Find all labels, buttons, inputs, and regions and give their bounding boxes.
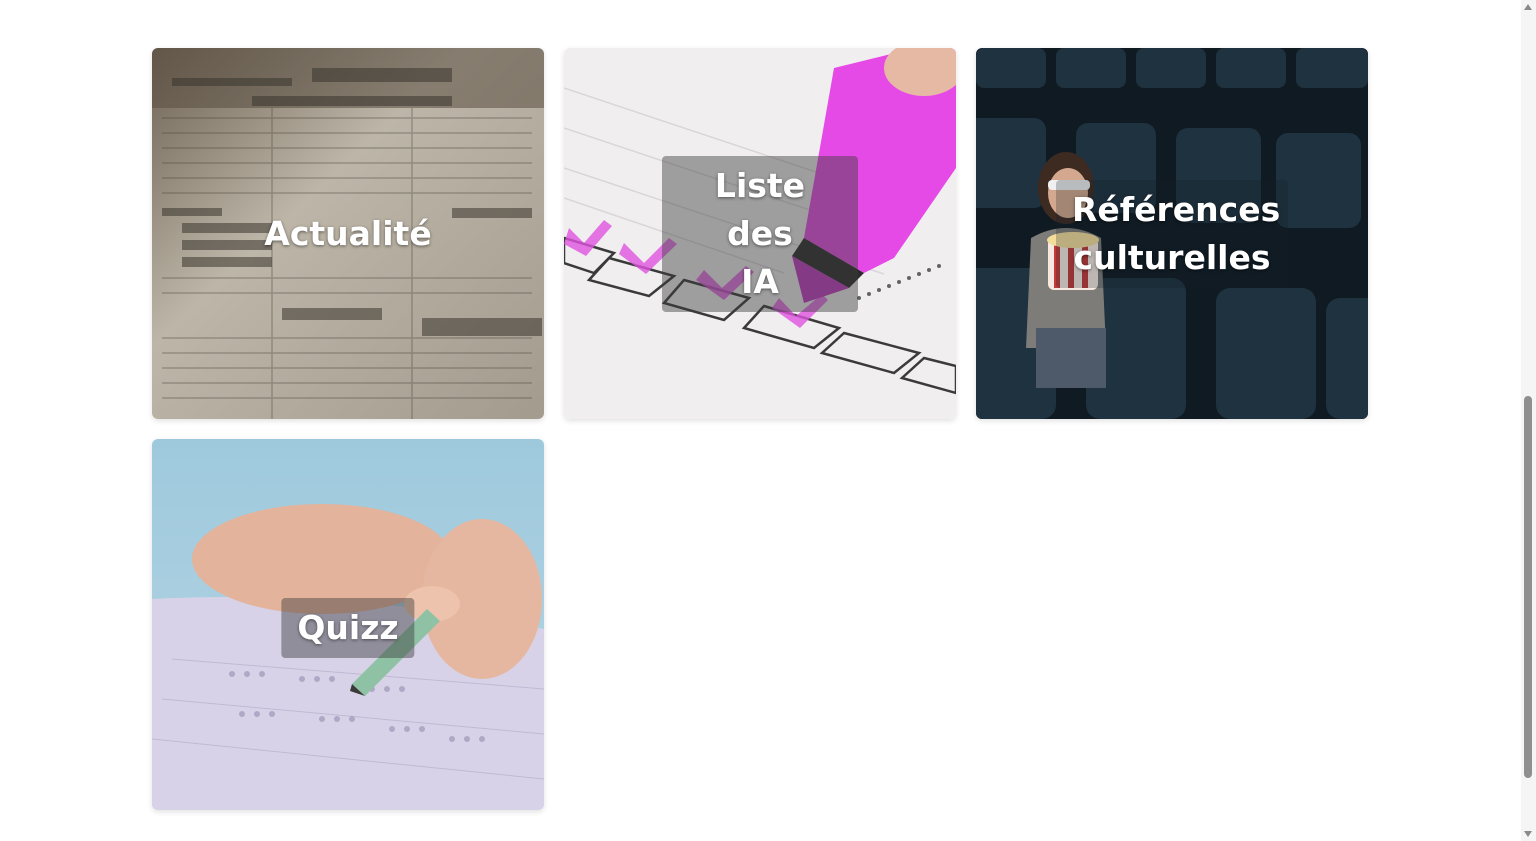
page: Actualité Liste des IA Références cultur… [0,0,1536,841]
vertical-scrollbar[interactable] [1521,0,1536,841]
scroll-down-arrow-icon[interactable] [1524,831,1532,837]
card-label: Quizz [281,598,415,658]
card-label: Liste des IA [662,155,858,312]
card-label: Actualité [264,213,432,253]
category-grid: Actualité Liste des IA Références cultur… [152,48,1369,810]
card-label: Références culturelles [1056,179,1288,288]
card-actualite[interactable]: Actualité [152,48,544,419]
scroll-up-arrow-icon[interactable] [1524,4,1532,10]
scrollbar-thumb[interactable] [1524,396,1532,778]
card-liste-ia[interactable]: Liste des IA [564,48,956,419]
card-quizz[interactable]: Quizz [152,439,544,810]
card-references-culturelles[interactable]: Références culturelles [976,48,1368,419]
